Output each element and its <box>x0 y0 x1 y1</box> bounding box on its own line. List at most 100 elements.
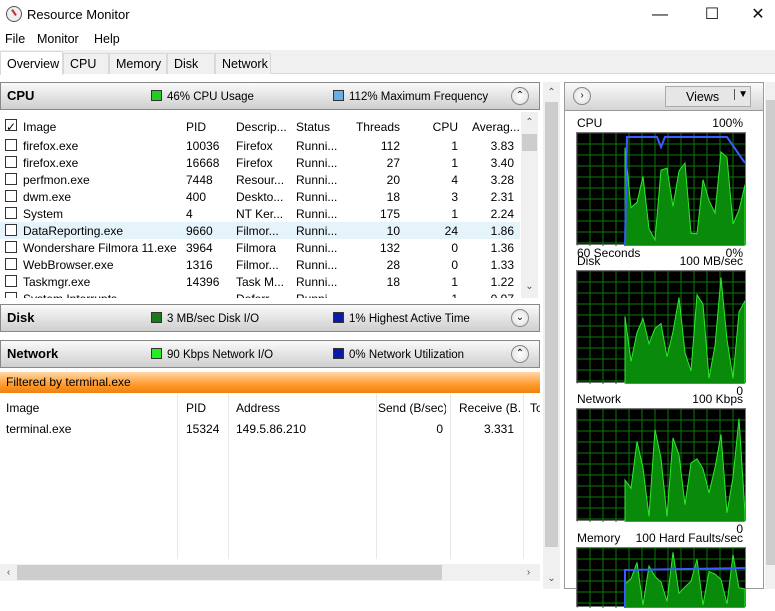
col-send[interactable]: Send (B/sec) <box>378 401 446 415</box>
title-bar: Resource Monitor — ☐ ✕ <box>0 0 775 30</box>
table-row[interactable]: System 4 NT Ker... Runni... 175 1 2.24 <box>0 205 520 222</box>
row-checkbox[interactable] <box>5 292 17 298</box>
scroll-down-icon[interactable]: ⌄ <box>543 570 560 587</box>
left-pane-scrollbar[interactable]: ⌃ ⌄ <box>543 82 560 589</box>
graph-max-label: 100 MB/sec <box>679 254 743 268</box>
cpu-usage-swatch <box>151 90 162 101</box>
tab-cpu[interactable]: CPU <box>63 53 109 74</box>
row-checkbox[interactable] <box>5 207 17 219</box>
scroll-up-icon[interactable]: ⌃ <box>521 114 538 131</box>
row-checkbox[interactable] <box>5 224 17 236</box>
row-checkbox[interactable] <box>5 139 17 151</box>
hscroll-thumb[interactable] <box>17 565 442 580</box>
menu-monitor[interactable]: Monitor <box>37 32 79 46</box>
tab-network[interactable]: Network <box>215 53 271 74</box>
close-button[interactable]: ✕ <box>735 0 775 30</box>
minimize-button[interactable]: — <box>637 0 683 30</box>
expand-disk-button[interactable]: ⌄ <box>511 309 529 327</box>
table-row[interactable]: DataReporting.exe 9660 Filmor... Runni... 10… <box>0 222 520 239</box>
table-row[interactable]: Taskmgr.exe 14396 Task M... Runni... 18 1 1.22 <box>0 273 520 290</box>
collapse-graphs-button[interactable]: › <box>573 87 591 105</box>
scroll-down-icon[interactable]: ⌄ <box>521 278 538 295</box>
cpu-section-title: CPU <box>7 88 35 103</box>
dropdown-arrow-icon: ▼ <box>734 89 748 100</box>
col-cpu[interactable]: CPU <box>410 120 458 134</box>
row-checkbox[interactable] <box>5 173 17 185</box>
scroll-right-icon[interactable]: › <box>520 564 537 581</box>
tab-memory[interactable]: Memory <box>109 53 167 74</box>
row-checkbox[interactable] <box>5 241 17 253</box>
col-receive[interactable]: Receive (B... <box>459 401 521 415</box>
network-io-label: 90 Kbps Network I/O <box>167 349 274 361</box>
tab-disk[interactable]: Disk <box>167 53 215 74</box>
network-hscrollbar[interactable]: ‹ › <box>0 564 540 581</box>
col-image[interactable]: Image <box>23 120 56 134</box>
filter-bar: Filtered by terminal.exe <box>0 372 540 393</box>
row-checkbox[interactable] <box>5 258 17 270</box>
menu-file[interactable]: File <box>5 32 25 46</box>
col-total[interactable]: To <box>530 401 540 415</box>
network-utilization-swatch <box>333 348 344 359</box>
table-row[interactable]: Wondershare Filmora 11.exe 3964 Filmora Run… <box>0 239 520 256</box>
table-row[interactable]: System Interrupts-Deferr...Runni...-10.9… <box>0 290 520 298</box>
scroll-thumb[interactable] <box>766 100 775 565</box>
disk-section-header[interactable]: Disk 3 MB/sec Disk I/O 1% Highest Active… <box>0 304 540 332</box>
network-io-swatch <box>151 348 162 359</box>
active-time-swatch <box>333 312 344 323</box>
graph-pane-scrollbar[interactable] <box>765 82 775 589</box>
active-time-label: 1% Highest Active Time <box>349 313 470 325</box>
tab-bar: Overview CPU Memory Disk Network <box>0 50 775 75</box>
row-checkbox[interactable] <box>5 156 17 168</box>
graph-network <box>576 408 746 523</box>
col-image[interactable]: Image <box>6 401 39 415</box>
col-pid[interactable]: PID <box>186 401 206 415</box>
graph-title-disk: Disk <box>577 254 601 268</box>
cpu-section-header[interactable]: CPU 46% CPU Usage 112% Maximum Frequency… <box>0 82 540 110</box>
col-threads[interactable]: Threads <box>348 120 400 134</box>
table-row[interactable]: firefox.exe 10036 Firefox Runni... 112 1 3.83 <box>0 137 520 154</box>
scroll-thumb[interactable] <box>522 134 537 151</box>
window-title: Resource Monitor <box>27 7 130 22</box>
row-checkbox[interactable] <box>5 190 17 202</box>
scroll-up-icon[interactable]: ⌃ <box>543 84 560 101</box>
tab-overview[interactable]: Overview <box>0 51 63 75</box>
network-utilization-label: 0% Network Utilization <box>349 349 465 361</box>
maximize-button[interactable]: ☐ <box>689 0 735 30</box>
collapse-cpu-button[interactable]: ⌃ <box>511 87 529 105</box>
network-table-header: Image PID Address Send (B/sec) Receive (… <box>0 399 540 416</box>
overview-pane: CPU 46% CPU Usage 112% Maximum Frequency… <box>0 82 540 589</box>
disk-io-swatch <box>151 312 162 323</box>
menu-help[interactable]: Help <box>94 32 120 46</box>
graph-max-label: 100% <box>712 116 743 130</box>
cpu-table-header: ✓ Image PID Descrip... Status Threads CP… <box>0 115 520 135</box>
table-row[interactable]: dwm.exe 400 Deskto... Runni... 18 3 2.31 <box>0 188 520 205</box>
graph-title-memory: Memory <box>577 531 621 545</box>
table-row[interactable]: firefox.exe 16668 Firefox Runni... 27 1 3.40 <box>0 154 520 171</box>
graph-memory <box>576 547 746 609</box>
table-row[interactable]: perfmon.exe 7448 Resour... Runni... 20 4 3.28 <box>0 171 520 188</box>
table-row[interactable]: terminal.exe 15324 149.5.86.210 0 3.331 <box>0 420 520 437</box>
select-all-checkbox[interactable]: ✓ <box>5 119 17 134</box>
max-frequency-label: 112% Maximum Frequency <box>349 91 489 103</box>
col-average[interactable]: Averag... <box>472 120 520 134</box>
graph-cpu <box>576 132 746 247</box>
max-frequency-swatch <box>333 90 344 101</box>
col-status[interactable]: Status <box>296 120 330 134</box>
graph-max-label: 100 Hard Faults/sec <box>635 531 743 545</box>
col-pid[interactable]: PID <box>186 120 206 134</box>
row-checkbox[interactable] <box>5 275 17 287</box>
table-row[interactable]: WebBrowser.exe 1316 Filmor... Runni... 28 0 1.… <box>0 256 520 273</box>
disk-io-label: 3 MB/sec Disk I/O <box>167 313 260 325</box>
col-description[interactable]: Descrip... <box>236 120 287 134</box>
network-section-header[interactable]: Network 90 Kbps Network I/O 0% Network U… <box>0 340 540 368</box>
cpu-table-scrollbar[interactable]: ⌃ ⌄ <box>521 112 538 298</box>
col-address[interactable]: Address <box>236 401 280 415</box>
network-section-title: Network <box>7 346 59 361</box>
scroll-left-icon[interactable]: ‹ <box>0 564 17 581</box>
cpu-usage-label: 46% CPU Usage <box>167 91 254 103</box>
graph-max-label: 100 Kbps <box>692 392 743 406</box>
collapse-network-button[interactable]: ⌃ <box>511 345 529 363</box>
scroll-thumb[interactable] <box>545 102 558 547</box>
cpu-process-table: ✓ Image PID Descrip... Status Threads CP… <box>0 112 540 298</box>
views-dropdown[interactable]: Views ▼ <box>665 86 751 107</box>
